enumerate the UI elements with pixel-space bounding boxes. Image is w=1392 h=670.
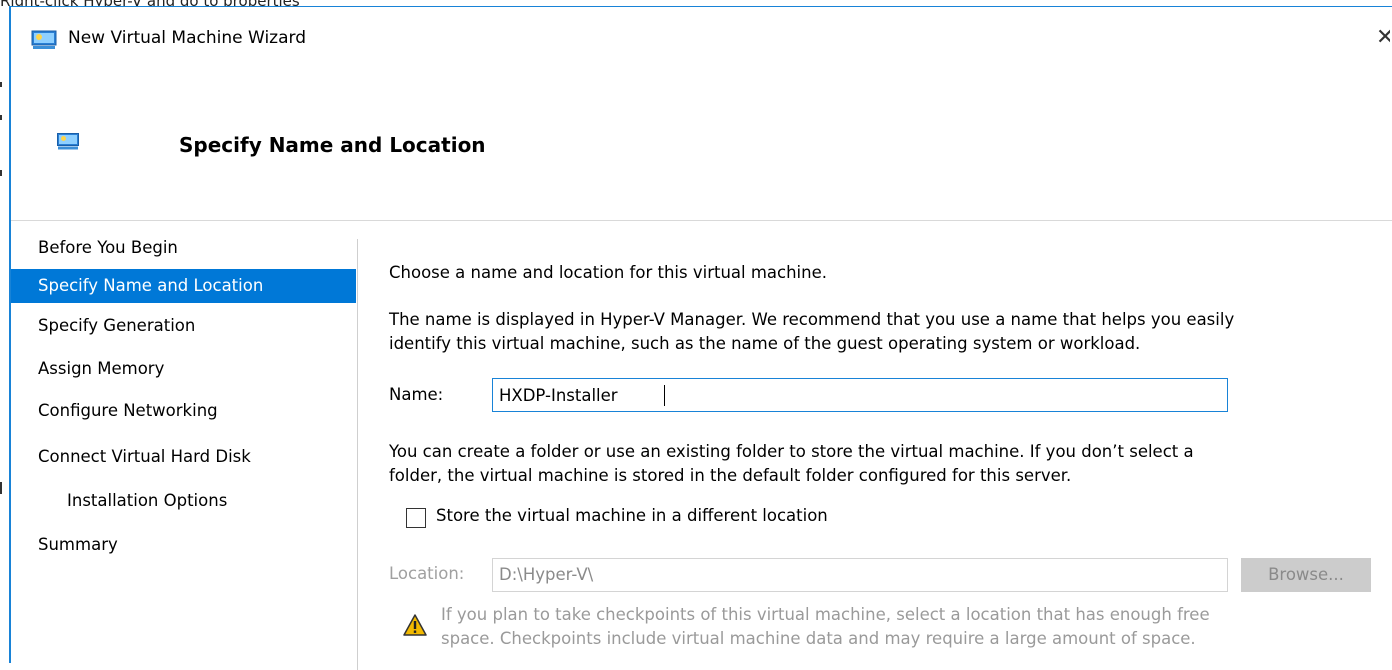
- page-title: Specify Name and Location: [179, 133, 486, 157]
- store-different-location-checkbox[interactable]: [406, 508, 426, 528]
- location-input[interactable]: D:\Hyper-V\: [492, 558, 1228, 592]
- folder-text-line-2: folder, the virtual machine is stored in…: [389, 466, 1072, 485]
- folder-text-line-1: You can create a folder or use an existi…: [389, 442, 1194, 461]
- warning-line-2: space. Checkpoints include virtual machi…: [441, 629, 1196, 648]
- nav-item-configure-networking[interactable]: Configure Networking: [11, 394, 356, 428]
- virtual-machine-icon: [57, 133, 79, 150]
- title-bar[interactable]: New Virtual Machine Wizard ✕: [11, 7, 1392, 77]
- description-line-1: The name is displayed in Hyper-V Manager…: [389, 310, 1235, 329]
- close-button[interactable]: ✕: [1376, 25, 1390, 55]
- desktop-edge-marks: [0, 0, 3, 663]
- nav-item-installation-options[interactable]: Installation Options: [11, 484, 356, 518]
- warning-icon: [403, 614, 427, 636]
- name-input[interactable]: [492, 378, 1228, 412]
- nav-item-connect-virtual-hard-disk[interactable]: Connect Virtual Hard Disk: [11, 440, 356, 474]
- name-label: Name:: [389, 385, 444, 404]
- warning-message: If you plan to take checkpoints of this …: [441, 603, 1210, 651]
- nav-item-specify-name-and-location[interactable]: Specify Name and Location: [11, 269, 356, 303]
- nav-divider: [357, 239, 358, 670]
- wizard-window: New Virtual Machine Wizard ✕ Specify Nam…: [9, 6, 1392, 670]
- description-line-2: identify this virtual machine, such as t…: [389, 334, 1141, 353]
- intro-text: Choose a name and location for this virt…: [389, 263, 827, 282]
- text-caret: [664, 385, 665, 406]
- browse-button[interactable]: Browse...: [1241, 558, 1371, 592]
- page-header: Specify Name and Location: [11, 77, 1392, 221]
- nav-item-summary[interactable]: Summary: [11, 528, 356, 562]
- virtual-machine-icon: [31, 30, 57, 49]
- location-label: Location:: [389, 564, 465, 583]
- page-content: Choose a name and location for this virt…: [389, 221, 1392, 663]
- store-different-location-label[interactable]: Store the virtual machine in a different…: [436, 506, 828, 525]
- warning-line-1: If you plan to take checkpoints of this …: [441, 605, 1210, 624]
- nav-item-specify-generation[interactable]: Specify Generation: [11, 309, 356, 343]
- window-title: New Virtual Machine Wizard: [68, 28, 306, 48]
- nav-item-before-you-begin[interactable]: Before You Begin: [11, 231, 356, 265]
- nav-item-assign-memory[interactable]: Assign Memory: [11, 352, 356, 386]
